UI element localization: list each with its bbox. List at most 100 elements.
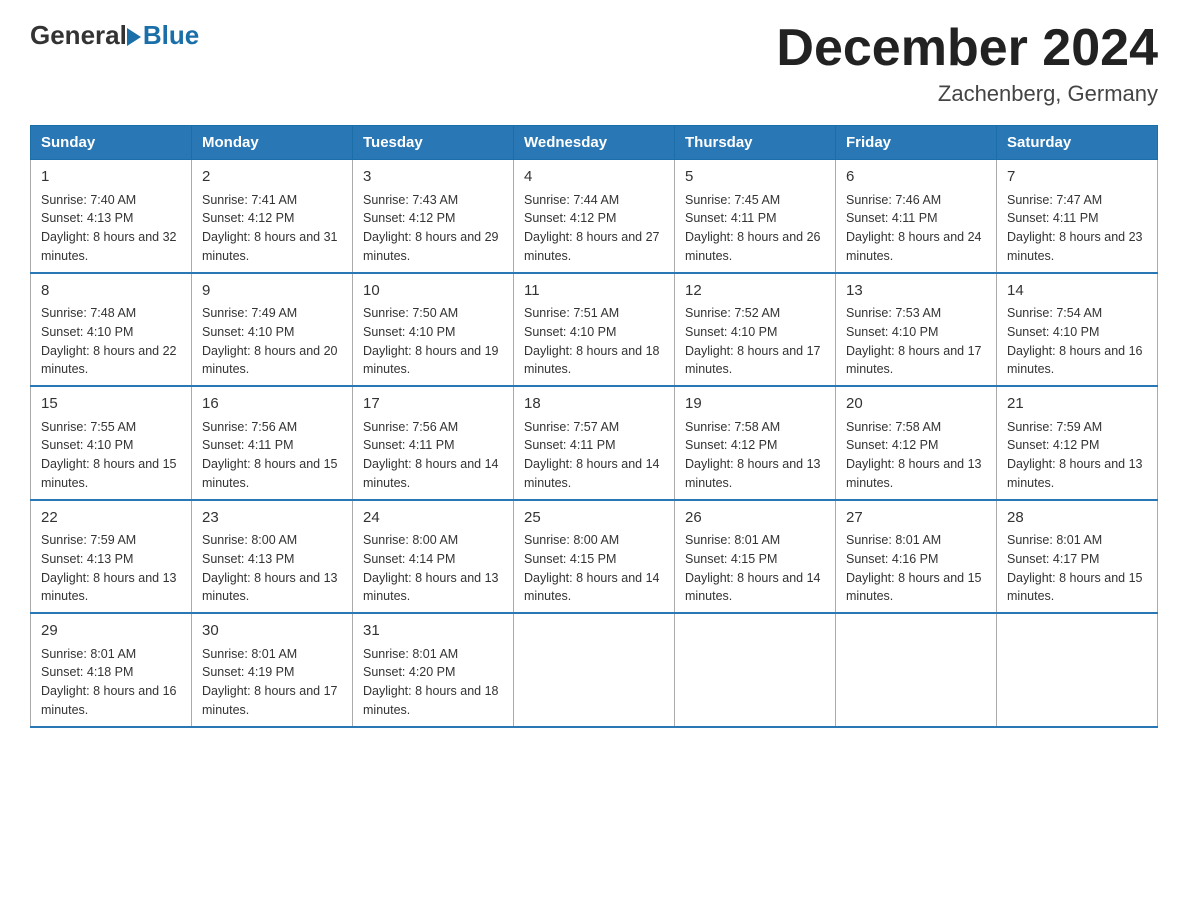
calendar-cell: [675, 613, 836, 727]
day-number: 19: [685, 393, 825, 416]
header-thursday: Thursday: [675, 126, 836, 160]
sunset-info: Sunset: 4:15 PM: [685, 550, 825, 569]
sunset-info: Sunset: 4:10 PM: [685, 323, 825, 342]
sunrise-info: Sunrise: 7:43 AM: [363, 191, 503, 210]
calendar-cell: 8 Sunrise: 7:48 AM Sunset: 4:10 PM Dayli…: [31, 273, 192, 387]
sunrise-info: Sunrise: 8:00 AM: [524, 531, 664, 550]
calendar-cell: 4 Sunrise: 7:44 AM Sunset: 4:12 PM Dayli…: [514, 160, 675, 273]
calendar-cell: 6 Sunrise: 7:46 AM Sunset: 4:11 PM Dayli…: [836, 160, 997, 273]
sunrise-info: Sunrise: 8:00 AM: [363, 531, 503, 550]
daylight-info: Daylight: 8 hours and 27 minutes.: [524, 228, 664, 266]
calendar-cell: 28 Sunrise: 8:01 AM Sunset: 4:17 PM Dayl…: [997, 500, 1158, 614]
sunset-info: Sunset: 4:10 PM: [41, 436, 181, 455]
day-number: 21: [1007, 393, 1147, 416]
sunset-info: Sunset: 4:10 PM: [202, 323, 342, 342]
calendar-week-row: 22 Sunrise: 7:59 AM Sunset: 4:13 PM Dayl…: [31, 500, 1158, 614]
sunrise-info: Sunrise: 7:53 AM: [846, 304, 986, 323]
sunset-info: Sunset: 4:10 PM: [1007, 323, 1147, 342]
header-friday: Friday: [836, 126, 997, 160]
day-number: 9: [202, 280, 342, 303]
day-number: 24: [363, 507, 503, 530]
day-number: 20: [846, 393, 986, 416]
sunrise-info: Sunrise: 7:54 AM: [1007, 304, 1147, 323]
daylight-info: Daylight: 8 hours and 23 minutes.: [1007, 228, 1147, 266]
sunrise-info: Sunrise: 7:55 AM: [41, 418, 181, 437]
calendar-cell: 25 Sunrise: 8:00 AM Sunset: 4:15 PM Dayl…: [514, 500, 675, 614]
location-title: Zachenberg, Germany: [776, 81, 1158, 107]
sunrise-info: Sunrise: 7:45 AM: [685, 191, 825, 210]
sunrise-info: Sunrise: 7:56 AM: [202, 418, 342, 437]
daylight-info: Daylight: 8 hours and 31 minutes.: [202, 228, 342, 266]
sunrise-info: Sunrise: 7:58 AM: [846, 418, 986, 437]
day-number: 17: [363, 393, 503, 416]
calendar-cell: [997, 613, 1158, 727]
sunrise-info: Sunrise: 7:57 AM: [524, 418, 664, 437]
daylight-info: Daylight: 8 hours and 13 minutes.: [846, 455, 986, 493]
day-number: 27: [846, 507, 986, 530]
calendar-cell: 20 Sunrise: 7:58 AM Sunset: 4:12 PM Dayl…: [836, 386, 997, 500]
day-number: 1: [41, 166, 181, 189]
sunset-info: Sunset: 4:12 PM: [363, 209, 503, 228]
calendar-cell: 11 Sunrise: 7:51 AM Sunset: 4:10 PM Dayl…: [514, 273, 675, 387]
calendar-cell: 7 Sunrise: 7:47 AM Sunset: 4:11 PM Dayli…: [997, 160, 1158, 273]
sunrise-info: Sunrise: 8:01 AM: [846, 531, 986, 550]
daylight-info: Daylight: 8 hours and 20 minutes.: [202, 342, 342, 380]
sunrise-info: Sunrise: 8:01 AM: [202, 645, 342, 664]
sunset-info: Sunset: 4:17 PM: [1007, 550, 1147, 569]
sunrise-info: Sunrise: 7:48 AM: [41, 304, 181, 323]
sunset-info: Sunset: 4:11 PM: [363, 436, 503, 455]
sunrise-info: Sunrise: 7:51 AM: [524, 304, 664, 323]
day-number: 6: [846, 166, 986, 189]
sunset-info: Sunset: 4:11 PM: [202, 436, 342, 455]
sunset-info: Sunset: 4:11 PM: [685, 209, 825, 228]
sunrise-info: Sunrise: 7:59 AM: [1007, 418, 1147, 437]
sunset-info: Sunset: 4:19 PM: [202, 663, 342, 682]
day-number: 18: [524, 393, 664, 416]
day-number: 26: [685, 507, 825, 530]
day-number: 2: [202, 166, 342, 189]
day-number: 5: [685, 166, 825, 189]
day-number: 23: [202, 507, 342, 530]
day-number: 11: [524, 280, 664, 303]
calendar-cell: 24 Sunrise: 8:00 AM Sunset: 4:14 PM Dayl…: [353, 500, 514, 614]
calendar-cell: 19 Sunrise: 7:58 AM Sunset: 4:12 PM Dayl…: [675, 386, 836, 500]
day-number: 31: [363, 620, 503, 643]
calendar-header-row: SundayMondayTuesdayWednesdayThursdayFrid…: [31, 126, 1158, 160]
day-number: 25: [524, 507, 664, 530]
calendar-cell: 23 Sunrise: 8:00 AM Sunset: 4:13 PM Dayl…: [192, 500, 353, 614]
sunset-info: Sunset: 4:10 PM: [41, 323, 181, 342]
sunrise-info: Sunrise: 7:40 AM: [41, 191, 181, 210]
header-monday: Monday: [192, 126, 353, 160]
sunrise-info: Sunrise: 7:59 AM: [41, 531, 181, 550]
calendar-cell: 3 Sunrise: 7:43 AM Sunset: 4:12 PM Dayli…: [353, 160, 514, 273]
sunset-info: Sunset: 4:12 PM: [685, 436, 825, 455]
calendar-cell: [836, 613, 997, 727]
calendar-cell: 15 Sunrise: 7:55 AM Sunset: 4:10 PM Dayl…: [31, 386, 192, 500]
daylight-info: Daylight: 8 hours and 24 minutes.: [846, 228, 986, 266]
sunset-info: Sunset: 4:10 PM: [846, 323, 986, 342]
calendar-cell: 1 Sunrise: 7:40 AM Sunset: 4:13 PM Dayli…: [31, 160, 192, 273]
daylight-info: Daylight: 8 hours and 29 minutes.: [363, 228, 503, 266]
sunset-info: Sunset: 4:16 PM: [846, 550, 986, 569]
sunrise-info: Sunrise: 7:41 AM: [202, 191, 342, 210]
daylight-info: Daylight: 8 hours and 13 minutes.: [363, 569, 503, 607]
daylight-info: Daylight: 8 hours and 32 minutes.: [41, 228, 181, 266]
logo-blue-text: Blue: [143, 20, 199, 51]
day-number: 30: [202, 620, 342, 643]
logo-general-text: General: [30, 20, 127, 51]
daylight-info: Daylight: 8 hours and 14 minutes.: [524, 455, 664, 493]
header-sunday: Sunday: [31, 126, 192, 160]
day-number: 4: [524, 166, 664, 189]
calendar-week-row: 15 Sunrise: 7:55 AM Sunset: 4:10 PM Dayl…: [31, 386, 1158, 500]
sunset-info: Sunset: 4:11 PM: [846, 209, 986, 228]
header-wednesday: Wednesday: [514, 126, 675, 160]
sunrise-info: Sunrise: 8:00 AM: [202, 531, 342, 550]
day-number: 12: [685, 280, 825, 303]
sunset-info: Sunset: 4:12 PM: [524, 209, 664, 228]
day-number: 8: [41, 280, 181, 303]
sunset-info: Sunset: 4:12 PM: [1007, 436, 1147, 455]
calendar-week-row: 1 Sunrise: 7:40 AM Sunset: 4:13 PM Dayli…: [31, 160, 1158, 273]
header-tuesday: Tuesday: [353, 126, 514, 160]
sunset-info: Sunset: 4:13 PM: [41, 209, 181, 228]
sunrise-info: Sunrise: 7:58 AM: [685, 418, 825, 437]
